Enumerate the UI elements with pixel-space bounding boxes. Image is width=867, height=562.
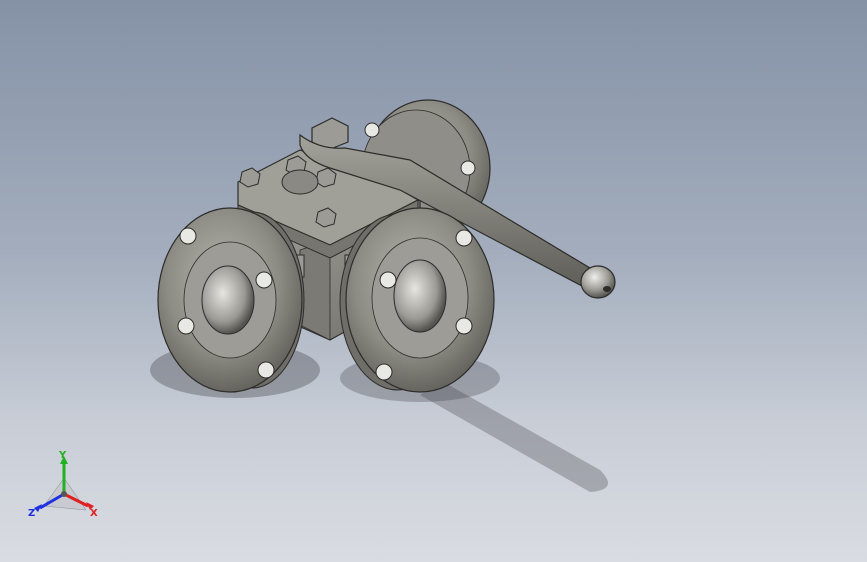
coordinate-triad: Y X Z [28, 450, 98, 519]
z-axis-label: Z [28, 508, 35, 519]
right-flange [339, 207, 495, 393]
graphics-viewport[interactable]: Y X Z [0, 0, 867, 562]
x-axis-label: X [90, 508, 98, 519]
y-axis-label: Y [58, 450, 67, 461]
left-flange [157, 207, 305, 393]
three-way-ball-valve-model[interactable] [0, 0, 867, 562]
